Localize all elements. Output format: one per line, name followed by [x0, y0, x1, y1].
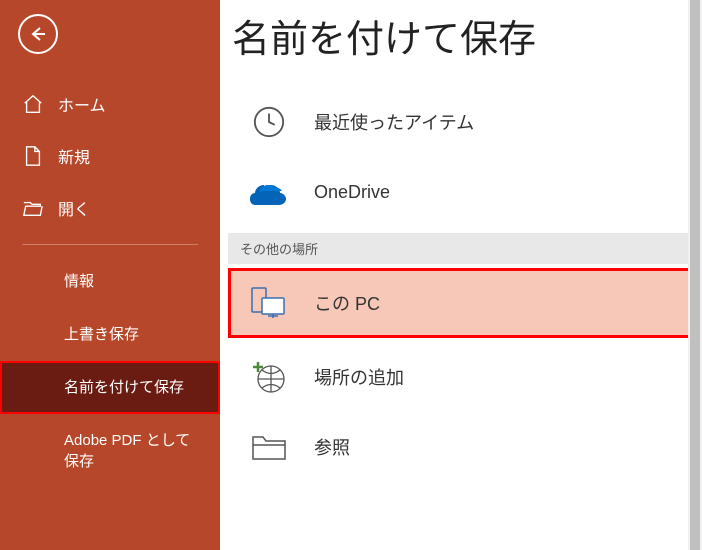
- location-browse-label: 参照: [314, 434, 350, 460]
- nav-open[interactable]: 開く: [0, 182, 220, 234]
- location-addplace-label: 場所の追加: [314, 364, 404, 390]
- location-addplace[interactable]: 場所の追加: [228, 342, 694, 412]
- page-title: 名前を付けて保存: [220, 8, 702, 63]
- nav-new-label: 新規: [58, 144, 90, 168]
- nav-info[interactable]: 情報: [0, 255, 220, 308]
- home-icon: [22, 93, 44, 115]
- nav-open-label: 開く: [58, 196, 90, 220]
- addplace-icon: [250, 358, 288, 396]
- location-onedrive[interactable]: OneDrive: [228, 157, 694, 227]
- other-locations-header: その他の場所: [228, 233, 702, 264]
- nav-saveas[interactable]: 名前を付けて保存: [0, 361, 220, 414]
- location-thispc-label: この PC: [314, 290, 380, 316]
- folder-icon: [250, 428, 288, 466]
- location-thispc[interactable]: この PC: [228, 268, 694, 338]
- location-recent-label: 最近使ったアイテム: [314, 109, 474, 135]
- nav-adobepdf[interactable]: Adobe PDF として保存: [0, 414, 220, 488]
- back-arrow-icon: [28, 24, 48, 44]
- nav-home-label: ホーム: [58, 92, 106, 116]
- sidebar-divider: [22, 244, 198, 245]
- location-onedrive-label: OneDrive: [314, 182, 390, 203]
- scrollbar[interactable]: [688, 0, 702, 550]
- onedrive-icon: [250, 173, 288, 211]
- file-icon: [22, 145, 44, 167]
- location-recent[interactable]: 最近使ったアイテム: [228, 87, 694, 157]
- nav-new[interactable]: 新規: [0, 130, 220, 182]
- clock-icon: [250, 103, 288, 141]
- thispc-icon: [250, 284, 288, 322]
- nav-save[interactable]: 上書き保存: [0, 308, 220, 361]
- nav-home[interactable]: ホーム: [0, 78, 220, 130]
- folder-open-icon: [22, 197, 44, 219]
- scrollbar-thumb[interactable]: [690, 0, 700, 550]
- location-browse[interactable]: 参照: [228, 412, 694, 482]
- back-button[interactable]: [18, 14, 58, 54]
